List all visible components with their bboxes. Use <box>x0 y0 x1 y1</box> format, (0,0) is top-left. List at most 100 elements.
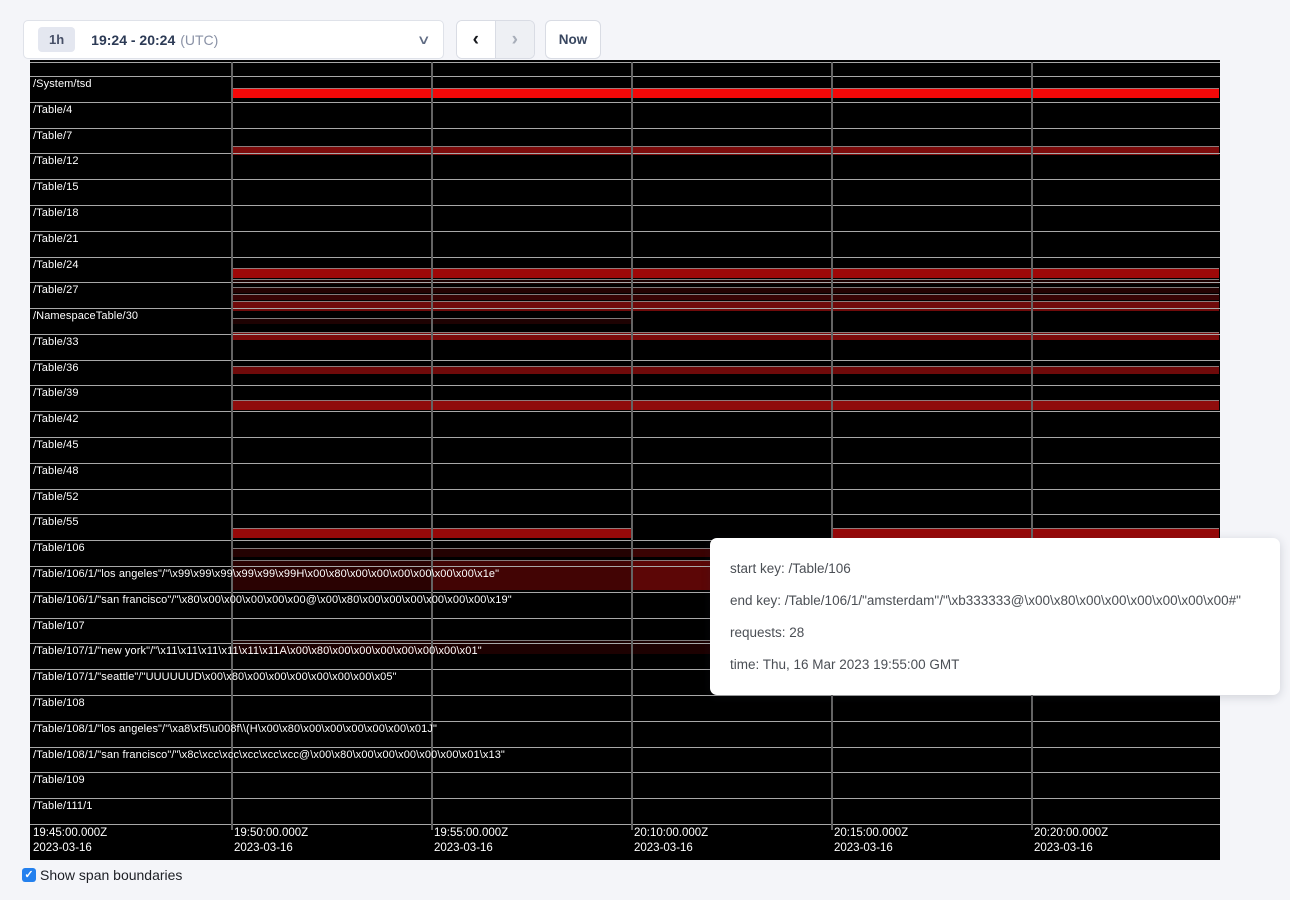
span-boundary-line <box>30 360 1220 361</box>
span-boundary-line <box>30 62 1220 63</box>
row-label: /System/tsd <box>33 78 92 90</box>
row-label: /Table/27 <box>33 284 79 296</box>
row-label: /Table/36 <box>33 362 79 374</box>
heat-band[interactable] <box>231 318 431 324</box>
heat-band[interactable] <box>431 366 631 374</box>
heat-band[interactable] <box>231 528 431 538</box>
heat-band[interactable] <box>431 528 631 538</box>
footer: ✓ Show span boundaries <box>22 867 182 883</box>
row-label: /Table/15 <box>33 181 79 193</box>
heat-band[interactable] <box>1031 294 1219 300</box>
row-label: /Table/108/1/"san francisco"/"\x8c\xcc\x… <box>33 749 505 761</box>
span-boundary-line <box>30 721 1220 722</box>
span-boundary-line <box>30 695 1220 696</box>
heat-band[interactable] <box>831 528 1031 538</box>
span-boundary-line <box>30 334 1220 335</box>
heat-band[interactable] <box>831 287 1031 293</box>
time-gridline <box>831 62 833 830</box>
time-range-selector[interactable]: 1h 19:24 - 20:24 (UTC) ∨ <box>23 20 444 59</box>
heat-band[interactable] <box>631 268 831 278</box>
time-axis-label: 19:50:00.000Z2023-03-16 <box>234 826 308 856</box>
show-span-boundaries-label: Show span boundaries <box>40 867 182 883</box>
heat-band[interactable] <box>431 88 631 98</box>
heat-band[interactable] <box>231 366 431 374</box>
heat-band[interactable] <box>231 294 431 300</box>
span-boundary-line <box>30 514 1220 515</box>
heat-band[interactable] <box>1031 88 1219 98</box>
chevron-right-icon: › <box>512 30 518 49</box>
span-boundary-line <box>30 128 1220 129</box>
span-boundary-line <box>30 489 1220 490</box>
row-label: /Table/21 <box>33 233 79 245</box>
row-label: /Table/111/1 <box>33 800 93 812</box>
heat-band[interactable] <box>631 366 831 374</box>
time-gridline <box>431 62 433 830</box>
heat-band[interactable] <box>431 287 631 293</box>
heat-band[interactable] <box>431 268 631 278</box>
span-boundary-line <box>30 205 1220 206</box>
row-label: /Table/12 <box>33 155 79 167</box>
heat-band[interactable] <box>1031 528 1219 538</box>
row-label: /Table/45 <box>33 439 79 451</box>
heat-band[interactable] <box>431 294 631 300</box>
span-boundary-line <box>30 257 1220 258</box>
heat-band[interactable] <box>231 548 431 557</box>
heat-band[interactable] <box>231 88 431 98</box>
row-label: /Table/33 <box>33 336 79 348</box>
time-axis-label: 20:10:00.000Z2023-03-16 <box>634 826 708 856</box>
row-label: /Table/109 <box>33 774 85 786</box>
heat-band[interactable] <box>631 287 831 293</box>
heat-band[interactable] <box>231 301 431 311</box>
span-boundary-line <box>30 772 1220 773</box>
heat-band[interactable] <box>631 294 831 300</box>
tooltip-line: requests: 28 <box>730 625 1270 640</box>
key-visualizer-canvas[interactable]: /System/tsd/Table/4/Table/7/Table/12/Tab… <box>30 60 1220 860</box>
span-boundary-line <box>30 411 1220 412</box>
heat-band[interactable] <box>431 400 631 410</box>
row-label: /Table/108 <box>33 697 85 709</box>
row-label: /Table/107/1/"seattle"/"UUUUUUD\x00\x80\… <box>33 671 397 683</box>
heat-band[interactable] <box>631 301 831 311</box>
heat-band[interactable] <box>431 318 631 324</box>
heat-band[interactable] <box>831 268 1031 278</box>
heat-band[interactable] <box>631 400 831 410</box>
heat-band[interactable] <box>231 287 431 293</box>
heat-band[interactable] <box>431 301 631 311</box>
row-label: /Table/55 <box>33 516 79 528</box>
show-span-boundaries-checkbox[interactable]: ✓ <box>22 868 36 882</box>
heat-band[interactable] <box>631 88 831 98</box>
span-boundary-line <box>30 308 1220 309</box>
heat-band[interactable] <box>231 400 431 410</box>
heat-band[interactable] <box>831 88 1031 98</box>
heat-band[interactable] <box>231 268 431 278</box>
now-button[interactable]: Now <box>545 20 601 59</box>
span-boundary-line <box>30 463 1220 464</box>
heat-band[interactable] <box>1031 268 1219 278</box>
heat-band[interactable] <box>831 294 1031 300</box>
time-axis-label: 20:15:00.000Z2023-03-16 <box>834 826 908 856</box>
row-label: /Table/24 <box>33 259 79 271</box>
row-label: /Table/106/1/"los angeles"/"\x99\x99\x99… <box>33 568 499 580</box>
span-boundary-line <box>30 798 1220 799</box>
tooltip-line: start key: /Table/106 <box>730 561 1270 576</box>
heat-band[interactable] <box>831 400 1031 410</box>
next-range-button[interactable]: › <box>496 21 535 58</box>
span-boundary-line <box>30 231 1220 232</box>
heat-band[interactable] <box>1031 287 1219 293</box>
span-boundary-line <box>30 179 1220 180</box>
span-boundary-line <box>30 153 1220 154</box>
heat-band[interactable] <box>1031 366 1219 374</box>
heat-band[interactable] <box>1031 400 1219 410</box>
heat-band[interactable] <box>431 548 631 557</box>
row-label: /Table/7 <box>33 130 72 142</box>
heat-band[interactable] <box>1031 301 1219 311</box>
time-axis-label: 19:45:00.000Z2023-03-16 <box>33 826 107 856</box>
time-gridline <box>1031 62 1033 830</box>
row-label: /Table/107/1/"new york"/"\x11\x11\x11\x1… <box>33 645 482 657</box>
heat-band[interactable] <box>831 301 1031 311</box>
row-label: /NamespaceTable/30 <box>33 310 138 322</box>
heat-band[interactable] <box>831 366 1031 374</box>
previous-range-button[interactable]: ‹ <box>457 21 496 58</box>
row-label: /Table/106/1/"san francisco"/"\x80\x00\x… <box>33 594 512 606</box>
range-duration-badge: 1h <box>38 27 75 52</box>
